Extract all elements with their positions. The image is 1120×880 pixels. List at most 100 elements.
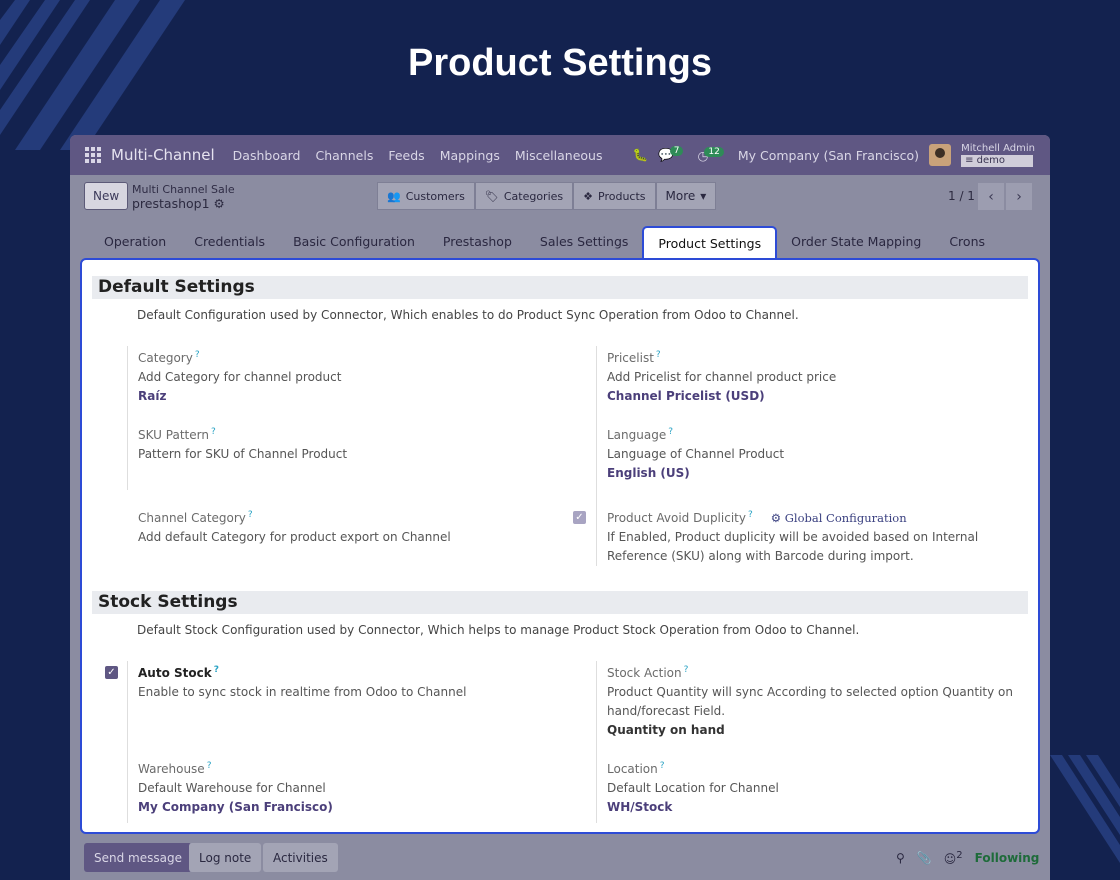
help-tooltip-icon[interactable]: ? (656, 350, 661, 360)
more-label: More (665, 189, 696, 203)
gear-icon[interactable]: ⚙ (214, 196, 225, 211)
check-icon: ✓ (575, 512, 584, 523)
activities-button[interactable]: Activities (263, 843, 338, 872)
sku-pattern-help: Pattern for SKU of Channel Product (138, 447, 348, 461)
tab-basic-configuration[interactable]: Basic Configuration (279, 234, 429, 249)
user-avatar[interactable] (929, 144, 952, 166)
pager-value[interactable]: 1 / 1 (948, 189, 975, 203)
tab-prestashop[interactable]: Prestashop (429, 234, 526, 249)
user-icon: ☺ (943, 852, 957, 866)
avoid-duplicity-help-line2: Reference (SKU) along with Barcode durin… (607, 549, 914, 563)
more-button[interactable]: More ▾ (655, 182, 716, 210)
nav-item-channels[interactable]: Channels (316, 148, 374, 163)
location-label: Location (607, 762, 658, 776)
nav-right: 🐛 💬7 ◷12 My Company (San Francisco) Mitc… (633, 143, 1035, 167)
help-tooltip-icon[interactable]: ? (211, 427, 216, 437)
separator (596, 346, 597, 566)
warehouse-field: Warehouse? Default Warehouse for Channel… (138, 757, 333, 817)
tab-sales-settings[interactable]: Sales Settings (526, 234, 643, 249)
products-button[interactable]: ❖ Products (573, 182, 656, 210)
nav-item-dashboard[interactable]: Dashboard (233, 148, 301, 163)
activities-badge: 12 (704, 146, 724, 157)
cubes-icon: ❖ (583, 189, 594, 203)
categories-button[interactable]: 🏷 Categories (474, 182, 574, 210)
messages-badge: 7 (669, 146, 684, 156)
odoo-window: Multi-Channel Dashboard Channels Feeds M… (70, 135, 1050, 880)
tab-credentials[interactable]: Credentials (180, 234, 279, 249)
warehouse-value[interactable]: My Company (San Francisco) (138, 798, 333, 817)
tag-icon: 🏷 (484, 189, 499, 203)
following-button[interactable]: Following (975, 851, 1040, 865)
location-value[interactable]: WH/Stock (607, 798, 779, 817)
category-help: Add Category for channel product (138, 370, 342, 384)
pager-next-button[interactable]: › (1006, 183, 1032, 210)
separator (127, 661, 128, 823)
database-tag: ≡ demo (961, 155, 1034, 167)
nav-menu: Dashboard Channels Feeds Mappings Miscel… (233, 148, 603, 163)
pager-buttons: ‹ › (978, 183, 1032, 210)
activities-button[interactable]: ◷12 (697, 146, 727, 163)
apps-grid-icon[interactable] (85, 147, 101, 163)
help-tooltip-icon[interactable]: ? (748, 510, 753, 520)
stock-settings-description: Default Stock Configuration used by Conn… (137, 623, 860, 637)
help-tooltip-icon[interactable]: ? (195, 350, 200, 360)
breadcrumb-current: prestashop1 (132, 196, 210, 211)
pricelist-value[interactable]: Channel Pricelist (USD) (607, 387, 836, 406)
channel-category-field: Channel Category? Add default Category f… (138, 506, 451, 547)
avoid-duplicity-field: Product Avoid Duplicity? ⚙ Global Configu… (607, 506, 978, 566)
chevron-left-icon: ‹ (988, 188, 994, 205)
notebook-tabs: Operation Credentials Basic Configuratio… (90, 225, 999, 260)
customers-button[interactable]: 👥 Customers (377, 182, 475, 210)
send-message-button[interactable]: Send message (84, 843, 192, 872)
tab-operation[interactable]: Operation (90, 234, 180, 249)
gear-icon: ⚙ (770, 511, 782, 525)
stock-action-help-line1: Product Quantity will sync According to … (607, 685, 1014, 699)
nav-item-feeds[interactable]: Feeds (388, 148, 424, 163)
sku-pattern-field: SKU Pattern? Pattern for SKU of Channel … (138, 423, 347, 464)
nav-item-mappings[interactable]: Mappings (440, 148, 500, 163)
search-icon[interactable]: ⚲ (896, 851, 905, 865)
stock-action-help-line2: hand/forecast Field. (607, 704, 726, 718)
paperclip-icon[interactable]: 📎 (917, 851, 932, 865)
app-name[interactable]: Multi-Channel (111, 146, 215, 164)
categories-label: Categories (503, 189, 564, 203)
stock-action-value[interactable]: Quantity on hand (607, 721, 1013, 740)
nav-item-miscellaneous[interactable]: Miscellaneous (515, 148, 603, 163)
decorative-stripes-bottom-right (1050, 755, 1120, 880)
tab-crons[interactable]: Crons (935, 234, 999, 249)
log-note-button[interactable]: Log note (189, 843, 262, 872)
language-value[interactable]: English (US) (607, 464, 784, 483)
chatter-right: ⚲ 📎 ☺2 Following (896, 850, 1039, 866)
products-label: Products (598, 189, 646, 203)
product-settings-panel: Default Settings Default Configuration u… (80, 258, 1040, 834)
pricelist-help: Add Pricelist for channel product price (607, 370, 837, 384)
followers-count: 2 (956, 850, 963, 861)
help-tooltip-icon[interactable]: ? (214, 665, 219, 675)
help-tooltip-icon[interactable]: ? (660, 761, 665, 771)
sku-pattern-label: SKU Pattern (138, 428, 209, 442)
help-tooltip-icon[interactable]: ? (684, 665, 689, 675)
category-value[interactable]: Raíz (138, 387, 341, 406)
database-name: demo (976, 155, 1005, 166)
avoid-duplicity-help-line1: If Enabled, Product duplicity will be av… (607, 530, 979, 544)
messages-button[interactable]: 💬7 (658, 146, 687, 163)
chatter-bar: Send message Log note Activities ⚲ 📎 ☺2 … (70, 840, 1050, 880)
pager-previous-button[interactable]: ‹ (978, 183, 1004, 210)
help-tooltip-icon[interactable]: ? (207, 761, 212, 771)
top-navbar: Multi-Channel Dashboard Channels Feeds M… (70, 135, 1050, 175)
new-button[interactable]: New (84, 182, 129, 210)
auto-stock-help: Enable to sync stock in realtime from Od… (138, 685, 467, 699)
tab-product-settings[interactable]: Product Settings (642, 225, 778, 260)
breadcrumb-parent[interactable]: Multi Channel Sale (132, 183, 235, 197)
auto-stock-checkbox[interactable]: ✓ (105, 666, 118, 679)
company-switcher[interactable]: My Company (San Francisco) (738, 148, 919, 163)
help-tooltip-icon[interactable]: ? (248, 510, 253, 520)
help-tooltip-icon[interactable]: ? (668, 427, 673, 437)
tab-order-state-mapping[interactable]: Order State Mapping (777, 234, 935, 249)
bug-icon[interactable]: 🐛 (633, 147, 649, 163)
global-configuration-link[interactable]: ⚙ Global Configuration (771, 511, 907, 525)
followers-button[interactable]: ☺2 (944, 850, 963, 866)
separator (596, 661, 597, 823)
user-menu[interactable]: Mitchell Admin ≡ demo (961, 143, 1035, 167)
avoid-duplicity-checkbox[interactable]: ✓ (573, 511, 586, 524)
